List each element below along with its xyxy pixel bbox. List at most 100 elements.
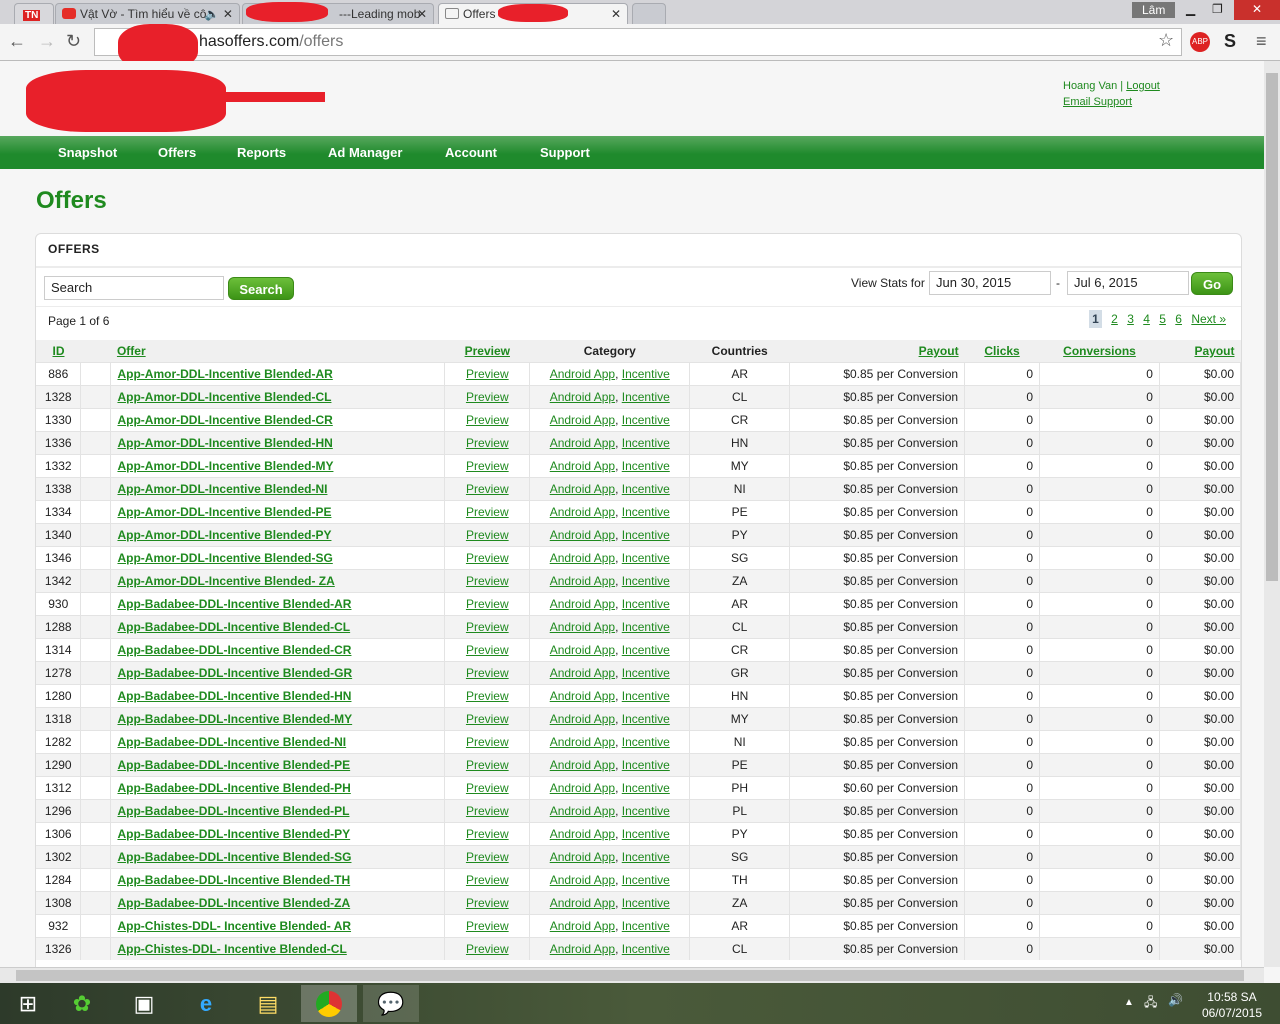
page-5[interactable]: 5 (1159, 312, 1166, 326)
category-android-app-link[interactable]: Android App (550, 735, 615, 749)
category-incentive-link[interactable]: Incentive (622, 597, 670, 611)
offer-link[interactable]: App-Badabee-DDL-Incentive Blended-PY (117, 827, 350, 841)
offer-link[interactable]: App-Badabee-DDL-Incentive Blended-MY (117, 712, 352, 726)
category-incentive-link[interactable]: Incentive (622, 781, 670, 795)
category-incentive-link[interactable]: Incentive (622, 528, 670, 542)
offer-link[interactable]: App-Badabee-DDL-Incentive Blended-ZA (117, 896, 350, 910)
offer-link[interactable]: App-Badabee-DDL-Incentive Blended-AR (117, 597, 351, 611)
sort-preview[interactable]: Preview (465, 344, 510, 358)
offer-link[interactable]: App-Badabee-DDL-Incentive Blended-SG (117, 850, 351, 864)
offer-link[interactable]: App-Amor-DDL-Incentive Blended-PE (117, 505, 331, 519)
preview-link[interactable]: Preview (466, 367, 509, 381)
preview-link[interactable]: Preview (466, 896, 509, 910)
preview-link[interactable]: Preview (466, 551, 509, 565)
category-android-app-link[interactable]: Android App (550, 528, 615, 542)
nav-snapshot[interactable]: Snapshot (58, 145, 117, 160)
page-6[interactable]: 6 (1175, 312, 1182, 326)
category-incentive-link[interactable]: Incentive (622, 505, 670, 519)
close-icon[interactable]: ✕ (611, 7, 621, 21)
menu-icon[interactable]: ≡ (1256, 31, 1267, 52)
page-4[interactable]: 4 (1143, 312, 1150, 326)
clock[interactable]: 10:58 SA 06/07/2015 (1202, 989, 1262, 1021)
preview-link[interactable]: Preview (466, 620, 509, 634)
category-incentive-link[interactable]: Incentive (622, 689, 670, 703)
nav-ad-manager[interactable]: Ad Manager (328, 145, 402, 160)
horizontal-scrollbar[interactable] (0, 967, 1264, 983)
preview-link[interactable]: Preview (466, 413, 509, 427)
offer-link[interactable]: App-Badabee-DDL-Incentive Blended-PH (117, 781, 350, 795)
extension-s-icon[interactable]: S (1224, 31, 1236, 52)
category-android-app-link[interactable]: Android App (550, 597, 615, 611)
category-incentive-link[interactable]: Incentive (622, 758, 670, 772)
back-icon[interactable]: ← (8, 31, 26, 52)
category-android-app-link[interactable]: Android App (550, 413, 615, 427)
profile-name[interactable]: Lâm (1132, 2, 1176, 18)
category-incentive-link[interactable]: Incentive (622, 367, 670, 381)
category-android-app-link[interactable]: Android App (550, 827, 615, 841)
offer-link[interactable]: App-Badabee-DDL-Incentive Blended-GR (117, 666, 352, 680)
offer-link[interactable]: App-Amor-DDL-Incentive Blended-PY (117, 528, 331, 542)
preview-link[interactable]: Preview (466, 781, 509, 795)
next-page-link[interactable]: Next » (1191, 312, 1226, 326)
preview-link[interactable]: Preview (466, 827, 509, 841)
category-incentive-link[interactable]: Incentive (622, 482, 670, 496)
email-support-link[interactable]: Email Support (1063, 96, 1132, 108)
offer-link[interactable]: App-Amor-DDL-Incentive Blended-AR (117, 367, 332, 381)
close-icon[interactable]: 🔈 ✕ (205, 7, 233, 21)
file-explorer-icon[interactable]: ▤ (240, 985, 296, 1022)
category-android-app-link[interactable]: Android App (550, 505, 615, 519)
category-android-app-link[interactable]: Android App (550, 643, 615, 657)
preview-link[interactable]: Preview (466, 873, 509, 887)
category-incentive-link[interactable]: Incentive (622, 643, 670, 657)
preview-link[interactable]: Preview (466, 919, 509, 933)
category-android-app-link[interactable]: Android App (550, 574, 615, 588)
preview-link[interactable]: Preview (466, 597, 509, 611)
offer-link[interactable]: App-Amor-DDL-Incentive Blended-CR (117, 413, 332, 427)
category-incentive-link[interactable]: Incentive (622, 620, 670, 634)
offer-link[interactable]: App-Amor-DDL-Incentive Blended-CL (117, 390, 331, 404)
search-button[interactable]: Search (228, 277, 294, 300)
category-incentive-link[interactable]: Incentive (622, 850, 670, 864)
date-from-input[interactable]: Jun 30, 2015 (929, 271, 1051, 295)
forward-icon[interactable]: → (38, 31, 56, 52)
offer-link[interactable]: App-Amor-DDL-Incentive Blended-SG (117, 551, 332, 565)
category-android-app-link[interactable]: Android App (550, 620, 615, 634)
offer-link[interactable]: App-Badabee-DDL-Incentive Blended-TH (117, 873, 350, 887)
category-android-app-link[interactable]: Android App (550, 459, 615, 473)
preview-link[interactable]: Preview (466, 804, 509, 818)
category-incentive-link[interactable]: Incentive (622, 666, 670, 680)
volume-icon[interactable]: 🔊 (1168, 993, 1183, 1007)
category-android-app-link[interactable]: Android App (550, 919, 615, 933)
page-3[interactable]: 3 (1127, 312, 1134, 326)
category-incentive-link[interactable]: Incentive (622, 804, 670, 818)
remote-desktop-icon[interactable]: ▣ (116, 985, 172, 1022)
preview-link[interactable]: Preview (466, 735, 509, 749)
offer-link[interactable]: App-Amor-DDL-Incentive Blended-HN (117, 436, 332, 450)
category-incentive-link[interactable]: Incentive (622, 436, 670, 450)
chat-app-icon[interactable]: 💬 (363, 985, 419, 1022)
nav-reports[interactable]: Reports (237, 145, 286, 160)
offer-link[interactable]: App-Badabee-DDL-Incentive Blended-PE (117, 758, 350, 772)
category-android-app-link[interactable]: Android App (550, 666, 615, 680)
scroll-thumb[interactable] (1266, 73, 1278, 581)
vertical-scrollbar[interactable] (1264, 61, 1280, 967)
page-2[interactable]: 2 (1111, 312, 1118, 326)
preview-link[interactable]: Preview (466, 436, 509, 450)
preview-link[interactable]: Preview (466, 643, 509, 657)
offer-link[interactable]: App-Amor-DDL-Incentive Blended- ZA (117, 574, 334, 588)
category-android-app-link[interactable]: Android App (550, 804, 615, 818)
category-incentive-link[interactable]: Incentive (622, 574, 670, 588)
offer-link[interactable]: App-Amor-DDL-Incentive Blended-NI (117, 482, 327, 496)
maximize-button[interactable]: ❐ (1212, 2, 1223, 16)
close-window-button[interactable]: ✕ (1234, 0, 1280, 20)
offer-link[interactable]: App-Chistes-DDL- Incentive Blended- AR (117, 919, 351, 933)
start-button-windows-icon[interactable]: ⊞ (0, 985, 56, 1022)
offer-link[interactable]: App-Badabee-DDL-Incentive Blended-NI (117, 735, 346, 749)
chrome-icon[interactable] (301, 985, 357, 1022)
category-android-app-link[interactable]: Android App (550, 758, 615, 772)
bookmark-star-icon[interactable]: ☆ (1158, 30, 1174, 51)
category-android-app-link[interactable]: Android App (550, 482, 615, 496)
page-1[interactable]: 1 (1089, 310, 1102, 328)
category-incentive-link[interactable]: Incentive (622, 735, 670, 749)
offer-link[interactable]: App-Chistes-DDL- Incentive Blended-CL (117, 942, 346, 956)
